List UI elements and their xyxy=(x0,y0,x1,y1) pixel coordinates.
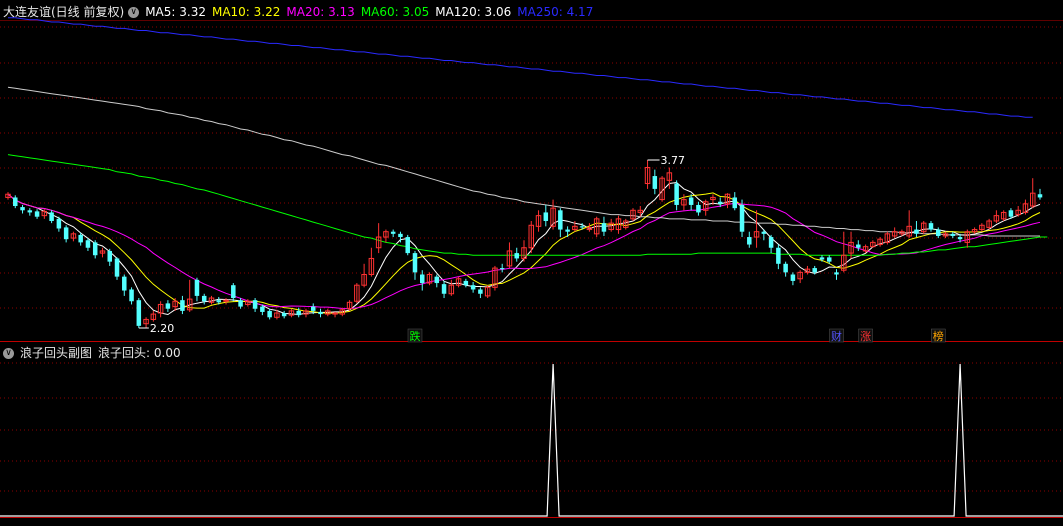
candle-body-down xyxy=(826,257,832,262)
candle-body-down xyxy=(717,201,723,204)
series-line-ma250 xyxy=(8,17,1033,118)
candle-body-down xyxy=(136,300,142,326)
event-badge: 跌 xyxy=(407,328,423,343)
candle-body-down xyxy=(936,229,941,236)
min-price-label: 2.20 xyxy=(150,322,175,335)
candle-body-down xyxy=(696,204,701,213)
candle-body-down xyxy=(928,223,934,230)
candle-body-down xyxy=(296,310,301,316)
candle-body-down xyxy=(114,258,120,277)
candle-body-down xyxy=(543,212,549,221)
candle-body-down xyxy=(776,247,781,264)
candle-body-down xyxy=(652,176,658,189)
candle-body-down xyxy=(267,310,272,318)
candle-body-down xyxy=(13,197,18,207)
candle-body-down xyxy=(201,295,207,302)
candle-body-down xyxy=(674,183,679,205)
candle-body-down xyxy=(122,276,127,291)
sub-chart-title: 浪子回头副图 xyxy=(20,346,93,360)
candle-body-down xyxy=(834,272,839,275)
event-badge-text: 涨 xyxy=(860,330,871,343)
event-badge-text: 跌 xyxy=(409,329,420,343)
candle-body-down xyxy=(85,240,91,248)
candle-body-down xyxy=(739,204,745,232)
candle-body-down xyxy=(732,197,738,209)
kline-chart: 3.77 2.20 跌 财 涨 榜 xyxy=(0,17,1063,518)
candle-body-down xyxy=(420,274,425,284)
candle-body-down xyxy=(558,210,563,230)
candle-body-down xyxy=(514,253,519,259)
candle-body-down xyxy=(27,210,33,213)
candle-body-down xyxy=(914,229,919,234)
ma5-label: MA5: 3.32 xyxy=(145,5,206,19)
ma250-label: MA250: 4.17 xyxy=(517,5,594,19)
candle-body-down xyxy=(252,300,258,309)
candle-body-down xyxy=(819,257,825,260)
event-badge-text: 财 xyxy=(831,329,842,343)
indicator-line xyxy=(0,363,1063,517)
candle-body-down xyxy=(1008,210,1014,217)
candle-body-down xyxy=(238,300,243,307)
candle-body-down xyxy=(768,237,774,248)
ma20-label: MA20: 3.13 xyxy=(286,5,355,19)
candle-body-down xyxy=(441,284,447,294)
candle-body-down xyxy=(34,211,40,217)
candle-body-down xyxy=(499,268,505,270)
candle-body-down xyxy=(390,231,396,234)
candle-body-down xyxy=(92,242,98,256)
candle-body-down xyxy=(783,263,788,273)
candle-body-down xyxy=(565,229,570,232)
candle-body-down xyxy=(405,237,410,254)
candle-body-down xyxy=(20,207,25,211)
settings-circle-icon[interactable]: ∨ xyxy=(128,6,140,18)
candle-body-down xyxy=(688,197,694,205)
candle-body-down xyxy=(107,250,112,262)
ma10-label: MA10: 3.22 xyxy=(211,5,281,19)
candle-body-down xyxy=(63,227,69,240)
max-price-label: 3.77 xyxy=(661,154,686,167)
candle-body-down xyxy=(412,253,418,273)
candle-body-down xyxy=(856,244,861,248)
candle-body-down xyxy=(78,234,83,243)
candle-body-down xyxy=(194,279,200,296)
candle-body-down xyxy=(470,285,476,290)
stock-title: 大连友谊(日线 前复权) xyxy=(3,5,125,19)
event-badge-text: 榜 xyxy=(933,329,944,343)
candle-body-down xyxy=(216,300,222,303)
candle-body-down xyxy=(601,223,607,232)
sub-chart-header: ∨ 浪子回头副图 浪子回头: 0.00 xyxy=(0,343,187,363)
candle-body-down xyxy=(165,303,171,309)
main-chart-header: 大连友谊(日线 前复权) ∨ MA5: 3.32 MA10: 3.22 MA20… xyxy=(0,2,599,22)
candle-body-down xyxy=(318,311,323,315)
candle-body-down xyxy=(812,268,817,273)
candle-body-down xyxy=(790,274,796,281)
candle-body-down xyxy=(1037,194,1043,198)
candle-body-down xyxy=(56,218,62,229)
candle-body-down xyxy=(950,233,956,236)
candle-body-down xyxy=(398,233,403,238)
candle-body-down xyxy=(463,280,469,286)
candle-body-down xyxy=(129,289,134,302)
series-line-ma120 xyxy=(7,86,1040,237)
candle-body-down xyxy=(281,313,287,317)
candle-body-down xyxy=(434,276,440,284)
sub-chart-value: 浪子回头: 0.00 xyxy=(98,346,181,360)
event-badge: 榜 xyxy=(931,328,946,343)
candle-body-down xyxy=(49,212,54,221)
candle-body-down xyxy=(231,285,236,299)
sub-settings-circle-icon[interactable]: ∨ xyxy=(3,347,14,359)
ma120-label: MA120: 3.06 xyxy=(435,5,512,19)
candle-body-down xyxy=(478,289,483,294)
candle-body-down xyxy=(747,237,752,245)
chart-stage: 3.77 2.20 跌 财 涨 榜 大连友谊(日线 前复权) ∨ MA5: 3.32 MA… xyxy=(0,0,1063,522)
candle-body-down xyxy=(310,306,316,311)
event-badge: 财 xyxy=(829,328,844,343)
candle-body-down xyxy=(180,300,185,311)
event-badge: 涨 xyxy=(858,328,873,343)
candle-body-down xyxy=(579,226,585,228)
candle-body-down xyxy=(957,237,963,240)
candle-body-down xyxy=(260,306,265,312)
candle-body-down xyxy=(761,231,767,234)
ma60-label: MA60: 3.05 xyxy=(360,5,430,19)
